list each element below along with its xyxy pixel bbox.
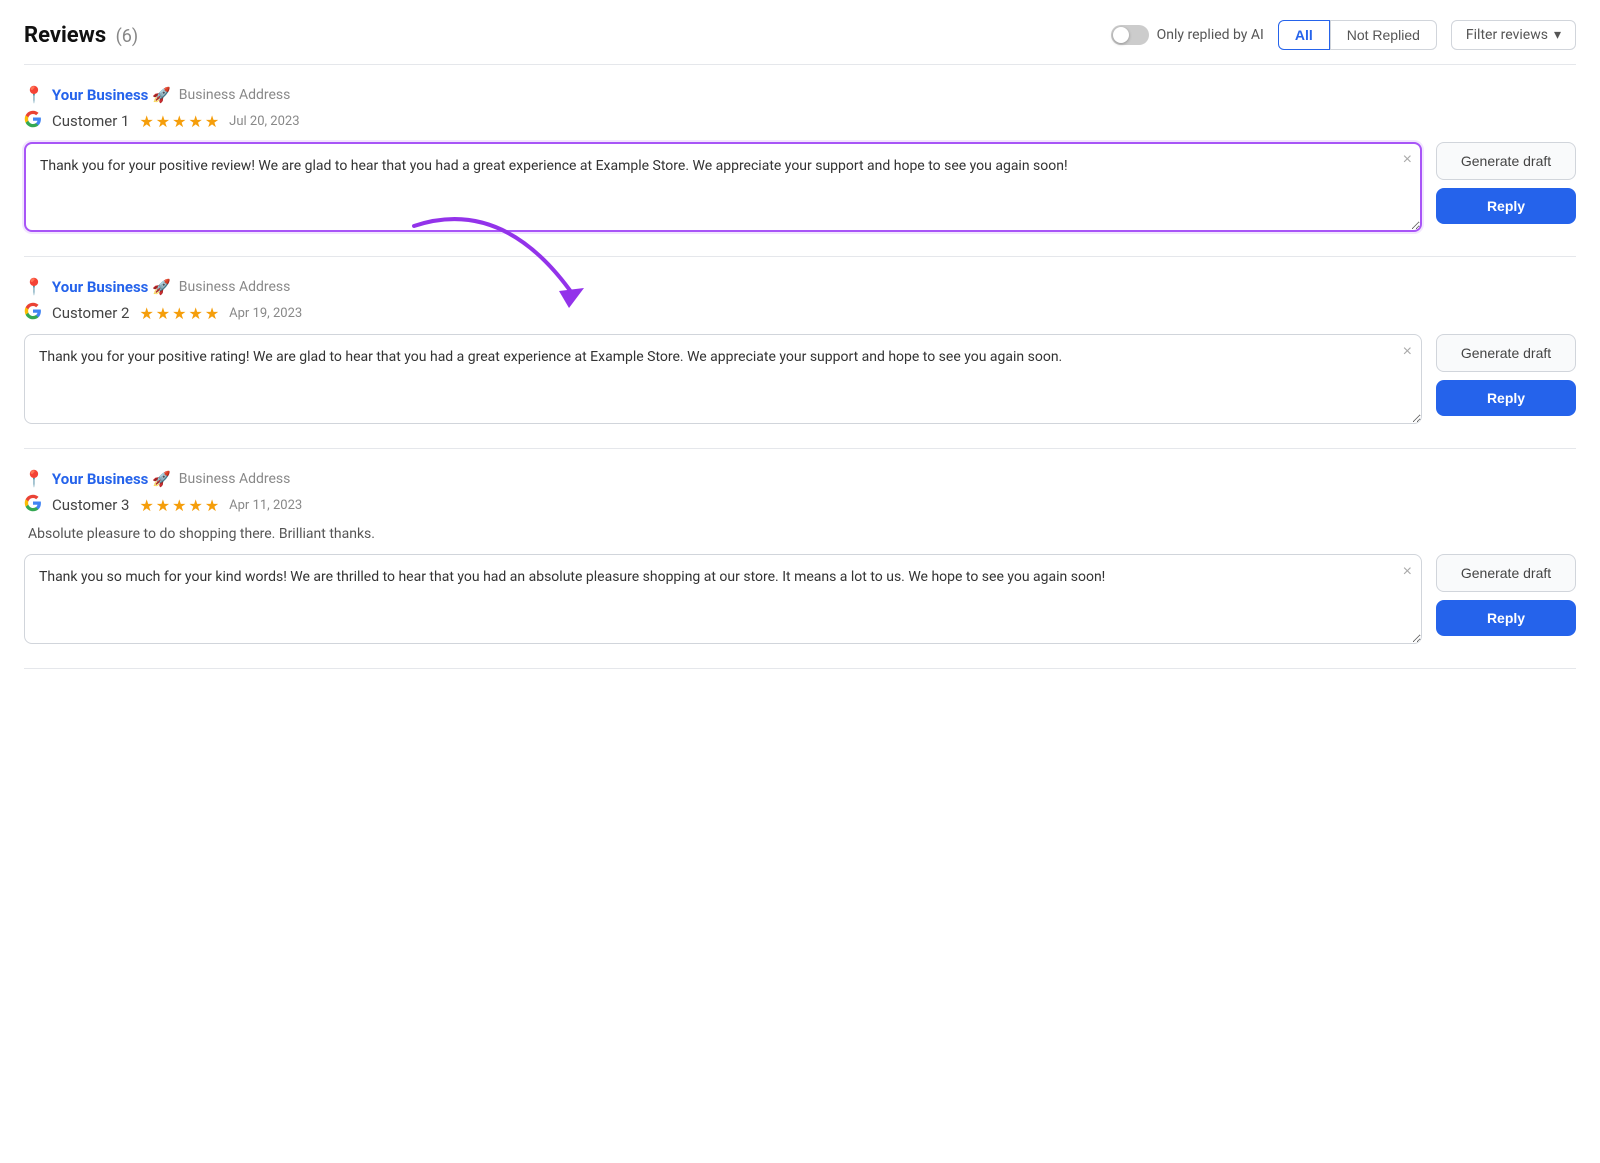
reply-actions: Generate draft Reply — [1436, 554, 1576, 636]
customer-row: Customer 2 ★★★★★ Apr 19, 2023 — [24, 302, 1576, 324]
review-card-2: 📍 Your Business 🚀 Business Address Custo… — [24, 277, 1576, 449]
star-icon: ★ — [139, 496, 153, 515]
toggle-text: Only replied by AI — [1157, 27, 1264, 43]
star-rating: ★★★★★ — [139, 112, 219, 131]
reply-textarea[interactable]: Thank you so much for your kind words! W… — [24, 554, 1422, 644]
filter-all-button[interactable]: All — [1278, 20, 1330, 50]
star-rating: ★★★★★ — [139, 496, 219, 515]
textarea-wrapper: Thank you so much for your kind words! W… — [24, 554, 1422, 648]
filter-group: All Not Replied — [1278, 20, 1437, 50]
filter-dropdown[interactable]: Filter reviews ▾ — [1451, 20, 1576, 50]
customer-name: Customer 2 — [52, 304, 129, 322]
star-icon: ★ — [188, 304, 202, 323]
star-icon: ★ — [188, 112, 202, 131]
star-icon: ★ — [156, 496, 170, 515]
title-text: Reviews — [24, 23, 106, 48]
star-rating: ★★★★★ — [139, 304, 219, 323]
review-count: (6) — [116, 26, 139, 47]
reply-area: Thank you so much for your kind words! W… — [24, 554, 1576, 648]
clear-button[interactable]: × — [1403, 564, 1412, 580]
filter-dropdown-label: Filter reviews — [1466, 27, 1548, 43]
customer-row: Customer 3 ★★★★★ Apr 11, 2023 — [24, 494, 1576, 516]
star-icon: ★ — [205, 112, 219, 131]
google-logo — [24, 302, 42, 324]
review-date: Apr 11, 2023 — [229, 498, 302, 513]
textarea-wrapper: Thank you for your positive review! We a… — [24, 142, 1422, 236]
ai-reply-toggle[interactable] — [1111, 25, 1149, 45]
reply-button[interactable]: Reply — [1436, 380, 1576, 416]
reply-area: Thank you for your positive rating! We a… — [24, 334, 1576, 428]
google-logo — [24, 494, 42, 516]
toggle-label: Only replied by AI — [1111, 25, 1264, 45]
reply-textarea[interactable]: Thank you for your positive rating! We a… — [24, 334, 1422, 424]
star-icon: ★ — [139, 304, 153, 323]
clear-button[interactable]: × — [1403, 344, 1412, 360]
toggle-thumb — [1113, 27, 1129, 43]
location-icon: 📍 — [24, 277, 44, 296]
star-icon: ★ — [156, 112, 170, 131]
business-row: 📍 Your Business 🚀 Business Address — [24, 469, 1576, 488]
review-text: Absolute pleasure to do shopping there. … — [24, 526, 1576, 542]
reply-textarea[interactable]: Thank you for your positive review! We a… — [24, 142, 1422, 232]
business-name: Your Business 🚀 — [52, 86, 171, 104]
customer-row: Customer 1 ★★★★★ Jul 20, 2023 — [24, 110, 1576, 132]
star-icon: ★ — [205, 496, 219, 515]
business-address: Business Address — [179, 87, 291, 103]
review-card-3: 📍 Your Business 🚀 Business Address Custo… — [24, 469, 1576, 669]
star-icon: ★ — [172, 496, 186, 515]
reply-actions: Generate draft Reply — [1436, 334, 1576, 416]
review-card-1: 📍 Your Business 🚀 Business Address Custo… — [24, 85, 1576, 257]
business-address: Business Address — [179, 471, 291, 487]
star-icon: ★ — [205, 304, 219, 323]
page-header: Reviews (6) Only replied by AI All Not R… — [24, 20, 1576, 65]
star-icon: ★ — [172, 304, 186, 323]
business-name: Your Business 🚀 — [52, 278, 171, 296]
textarea-wrapper: Thank you for your positive rating! We a… — [24, 334, 1422, 428]
star-icon: ★ — [156, 304, 170, 323]
business-row: 📍 Your Business 🚀 Business Address — [24, 277, 1576, 296]
business-row: 📍 Your Business 🚀 Business Address — [24, 85, 1576, 104]
generate-draft-button[interactable]: Generate draft — [1436, 142, 1576, 180]
customer-name: Customer 3 — [52, 496, 129, 514]
location-icon: 📍 — [24, 85, 44, 104]
business-name: Your Business 🚀 — [52, 470, 171, 488]
google-logo — [24, 110, 42, 132]
star-icon: ★ — [172, 112, 186, 131]
generate-draft-button[interactable]: Generate draft — [1436, 334, 1576, 372]
reply-area: Thank you for your positive review! We a… — [24, 142, 1576, 236]
star-icon: ★ — [188, 496, 202, 515]
clear-button[interactable]: × — [1403, 152, 1412, 168]
review-date: Apr 19, 2023 — [229, 306, 302, 321]
reviews-container: 📍 Your Business 🚀 Business Address Custo… — [24, 85, 1576, 669]
reply-actions: Generate draft Reply — [1436, 142, 1576, 224]
page-title: Reviews (6) — [24, 23, 138, 48]
filter-not-replied-button[interactable]: Not Replied — [1330, 20, 1437, 50]
location-icon: 📍 — [24, 469, 44, 488]
star-icon: ★ — [139, 112, 153, 131]
customer-name: Customer 1 — [52, 112, 129, 130]
chevron-down-icon: ▾ — [1554, 27, 1561, 43]
generate-draft-button[interactable]: Generate draft — [1436, 554, 1576, 592]
review-date: Jul 20, 2023 — [229, 114, 299, 129]
header-controls: Only replied by AI All Not Replied Filte… — [1111, 20, 1576, 50]
business-address: Business Address — [179, 279, 291, 295]
reply-button[interactable]: Reply — [1436, 600, 1576, 636]
reply-button[interactable]: Reply — [1436, 188, 1576, 224]
